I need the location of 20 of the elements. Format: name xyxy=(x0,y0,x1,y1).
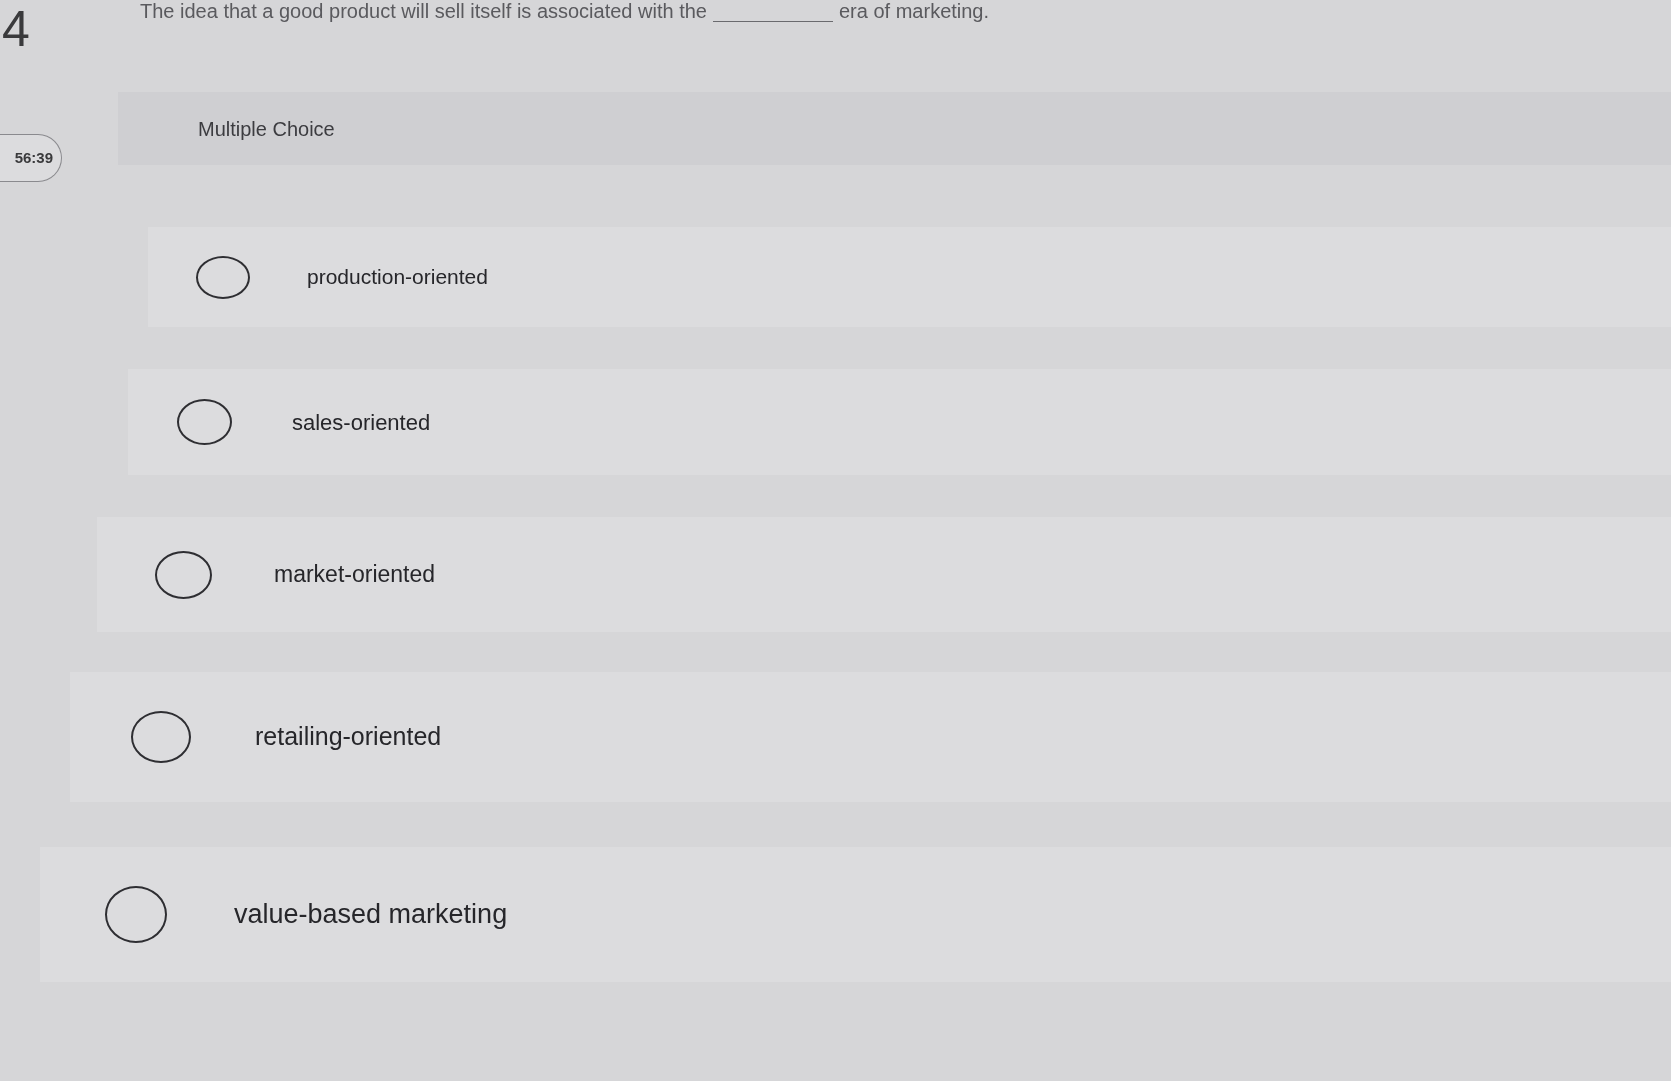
question-text: The idea that a good product will sell itself is associated with the xyxy=(140,0,707,22)
option-label: value-based marketing xyxy=(234,898,508,932)
option-label: sales-oriented xyxy=(292,408,431,437)
radio-button[interactable] xyxy=(131,711,191,763)
radio-button[interactable] xyxy=(155,550,212,599)
radio-button[interactable] xyxy=(196,255,250,299)
option-label: production-oriented xyxy=(307,264,488,291)
option-label: retailing-oriented xyxy=(255,721,442,753)
question-type-header: Multiple Choice xyxy=(118,92,1671,165)
answer-option[interactable]: production-oriented xyxy=(148,227,1671,327)
answer-option[interactable]: retailing-oriented xyxy=(70,672,1671,802)
radio-button[interactable] xyxy=(105,886,167,943)
timer: 56:39 xyxy=(0,134,62,182)
question-number: 4 xyxy=(1,0,31,54)
answer-option[interactable]: value-based marketing xyxy=(40,847,1671,982)
option-label: market-oriented xyxy=(274,560,436,590)
radio-button[interactable] xyxy=(177,399,232,445)
question-text: era of marketing. xyxy=(839,0,990,22)
answer-option[interactable]: market-oriented xyxy=(97,517,1671,632)
answer-option[interactable]: sales-oriented xyxy=(128,369,1671,475)
